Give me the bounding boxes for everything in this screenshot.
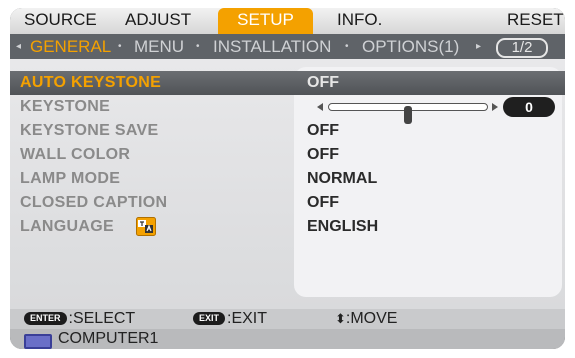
slider-decrease-icon[interactable]: [317, 103, 323, 111]
status-bar: COMPUTER1: [10, 329, 565, 349]
setting-label: KEYSTONE: [20, 98, 111, 115]
setting-label: AUTO KEYSTONE: [20, 74, 162, 91]
setting-row-auto-keystone[interactable]: AUTO KEYSTONE OFF: [10, 71, 565, 95]
exit-hint-label: :EXIT: [227, 310, 268, 327]
move-hint: ⬍:MOVE: [335, 309, 397, 329]
move-hint-label: :MOVE: [345, 310, 398, 327]
top-tab-bar: SOURCE ADJUST SETUP INFO. RESET: [10, 8, 565, 34]
key-hint-bar: ENTER:SELECT EXIT:EXIT ⬍:MOVE: [10, 309, 565, 329]
slider-increase-icon[interactable]: [492, 103, 498, 111]
tab-info[interactable]: INFO.: [337, 8, 382, 34]
setting-row-lamp-mode[interactable]: LAMP MODE NORMAL: [10, 167, 565, 191]
enter-hint-label: :SELECT: [68, 310, 136, 327]
tab-reset[interactable]: RESET: [507, 8, 564, 34]
tab-adjust[interactable]: ADJUST: [125, 8, 191, 34]
exit-hint: EXIT:EXIT: [193, 309, 267, 329]
settings-panel: AUTO KEYSTONE OFF KEYSTONE 0 KEYSTONE SA…: [10, 59, 565, 309]
computer-input-icon: [24, 334, 52, 349]
setting-value: NORMAL: [307, 170, 378, 187]
sub-tab-right-arrow-icon[interactable]: ▸: [476, 34, 481, 59]
setting-value: OFF: [307, 74, 339, 91]
bullet-icon: •: [345, 41, 349, 52]
setting-value: OFF: [307, 194, 339, 211]
setting-value: OFF: [307, 122, 339, 139]
tab-setup[interactable]: SETUP: [218, 8, 313, 34]
sub-tab-options-1[interactable]: OPTIONS(1): [362, 34, 459, 59]
exit-key-icon: EXIT: [193, 312, 226, 326]
tab-source[interactable]: SOURCE: [24, 8, 97, 34]
input-source-label: COMPUTER1: [58, 330, 159, 347]
setting-value: ENGLISH: [307, 218, 379, 235]
sub-tab-menu[interactable]: MENU: [134, 34, 184, 59]
sub-tab-bar: ◂ GENERAL • MENU • INSTALLATION • OPTION…: [10, 34, 565, 59]
enter-key-icon: ENTER: [24, 312, 67, 326]
page-indicator: 1/2: [496, 38, 548, 58]
language-icon: [136, 217, 156, 236]
setting-label: LANGUAGE: [20, 218, 114, 235]
up-down-arrow-icon: ⬍: [335, 311, 346, 326]
keystone-value: 0: [503, 97, 555, 117]
menu-frame: SOURCE ADJUST SETUP INFO. RESET ◂ GENERA…: [10, 8, 565, 349]
setting-row-wall-color[interactable]: WALL COLOR OFF: [10, 143, 565, 167]
sub-tab-left-arrow-icon[interactable]: ◂: [16, 34, 21, 59]
setting-row-closed-caption[interactable]: CLOSED CAPTION OFF: [10, 191, 565, 215]
bullet-icon: •: [118, 41, 122, 52]
setting-label: CLOSED CAPTION: [20, 194, 168, 211]
setting-row-language[interactable]: LANGUAGE ENGLISH: [10, 215, 565, 239]
bullet-icon: •: [196, 41, 200, 52]
sub-tab-general[interactable]: GENERAL: [30, 34, 111, 59]
setting-label: LAMP MODE: [20, 170, 121, 187]
projector-osd: SOURCE ADJUST SETUP INFO. RESET ◂ GENERA…: [0, 0, 575, 358]
keystone-slider-track[interactable]: [328, 103, 488, 124]
setting-value: OFF: [307, 146, 339, 163]
enter-hint: ENTER:SELECT: [24, 309, 135, 329]
setting-row-keystone[interactable]: KEYSTONE 0: [10, 95, 565, 124]
setting-label: WALL COLOR: [20, 146, 131, 163]
setting-row-keystone-save[interactable]: KEYSTONE SAVE OFF: [10, 119, 565, 143]
setting-label: KEYSTONE SAVE: [20, 122, 159, 139]
sub-tab-installation[interactable]: INSTALLATION: [213, 34, 331, 59]
